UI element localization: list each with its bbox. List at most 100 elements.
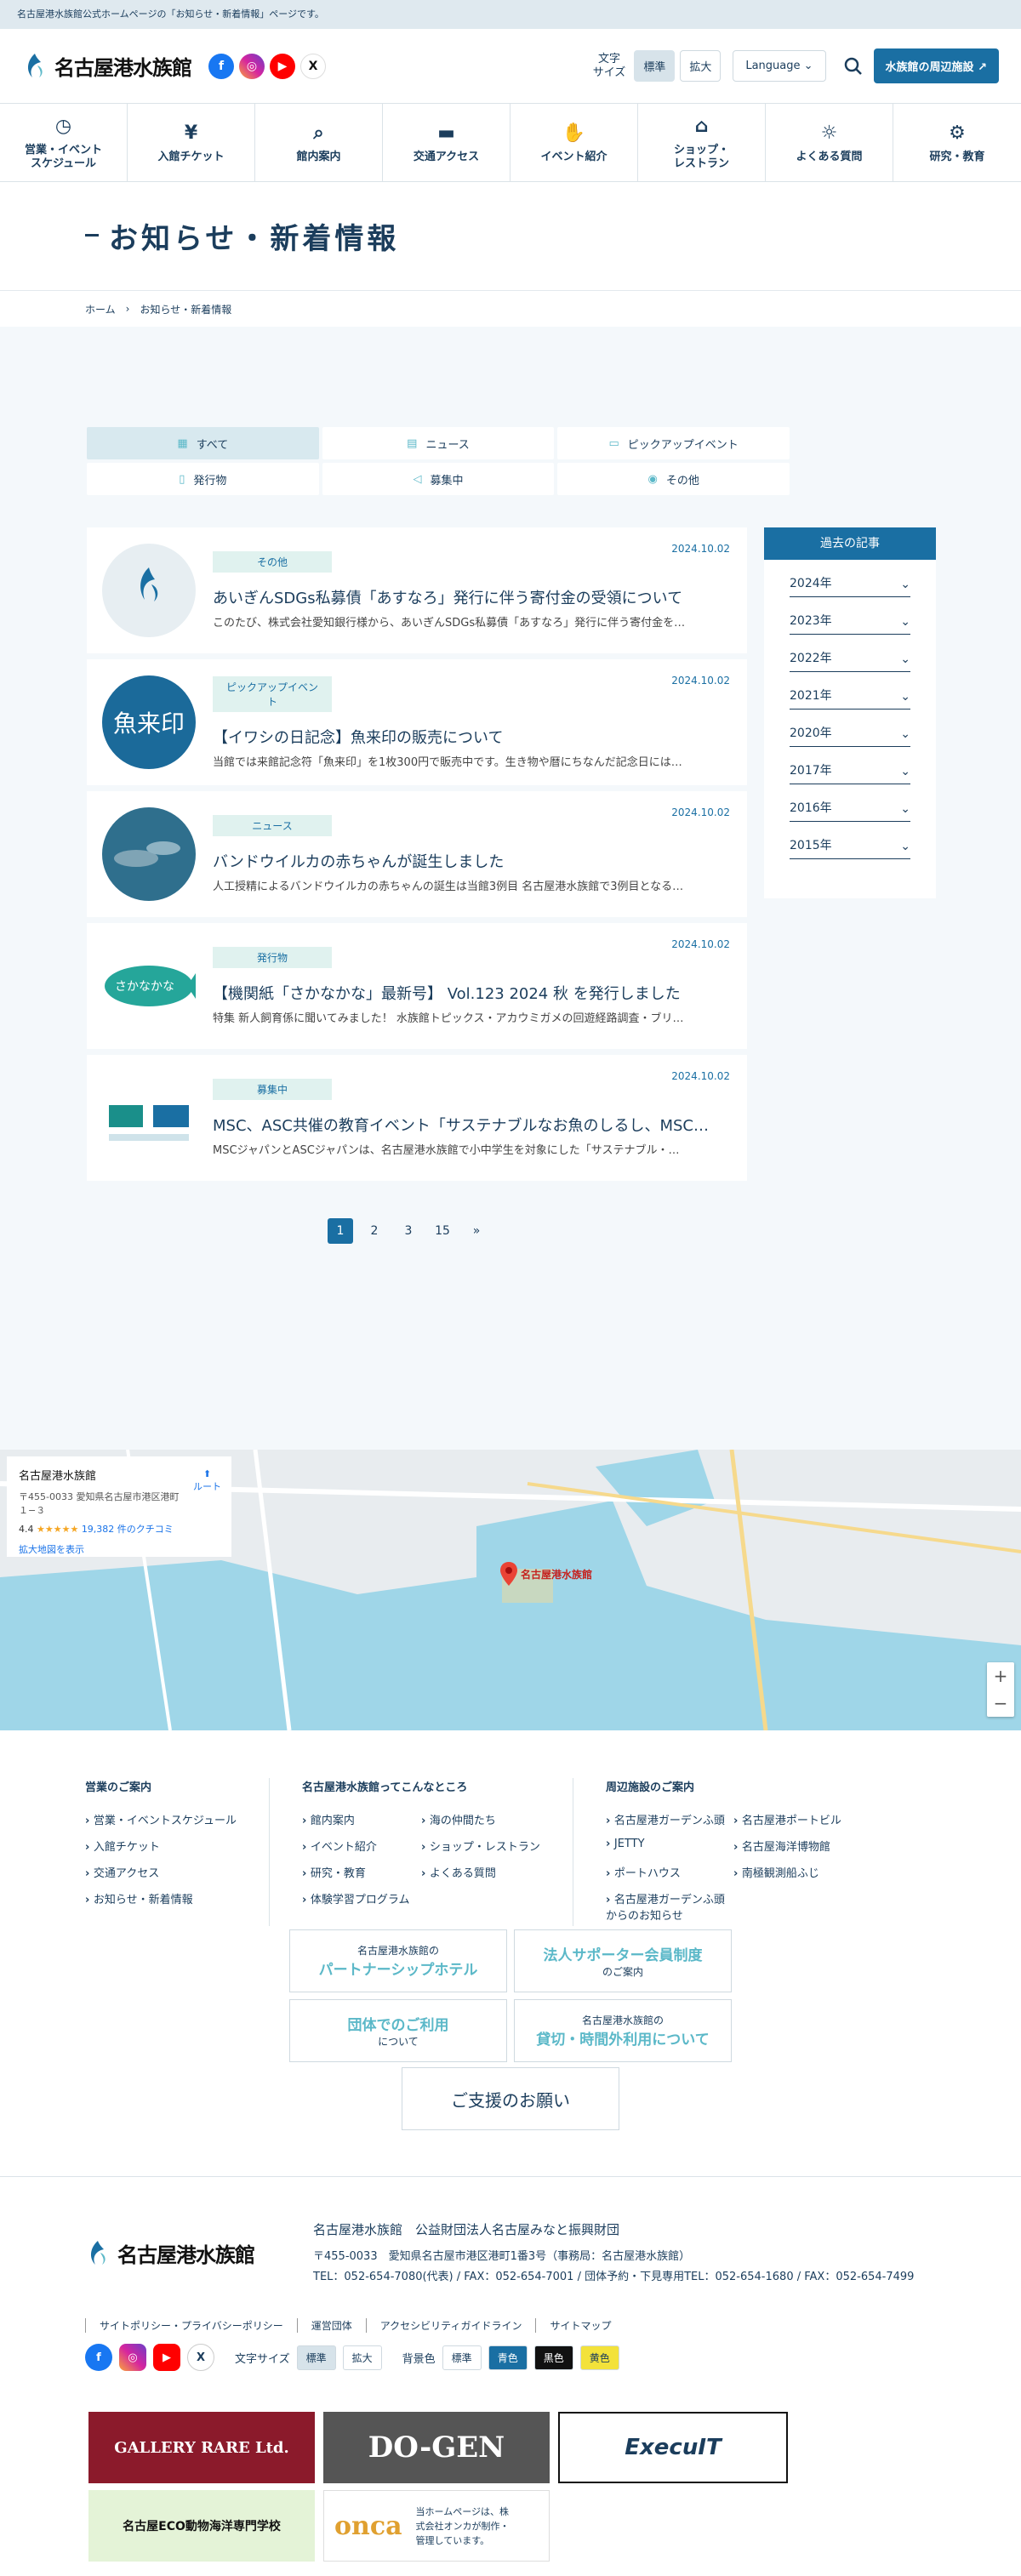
- news-title[interactable]: 【機関紙「さかなかな」最新号】 Vol.123 2024 秋 を発行しました: [213, 982, 723, 1004]
- footer-nav-link[interactable]: 名古屋港ガーデンふ頭: [606, 1811, 733, 1827]
- footer-nav-link[interactable]: 交通アクセス: [85, 1864, 237, 1880]
- ad-do-gen[interactable]: DO-GEN: [323, 2412, 550, 2483]
- ad-gallery-rare[interactable]: GALLERY RARE Ltd.: [88, 2412, 315, 2483]
- footer-nav-link[interactable]: JETTY: [606, 1838, 733, 1854]
- instagram-icon[interactable]: ◎: [119, 2344, 146, 2371]
- gnav-item-7[interactable]: ⚙ 研究・教育: [893, 104, 1021, 181]
- footer-nav-link[interactable]: 名古屋港ガーデンふ頭からのお知らせ: [606, 1890, 733, 1923]
- news-card[interactable]: 魚来印 ピックアップイベント 【イワシの日記念】魚来印の販売について 当館では来館記念…: [87, 659, 747, 785]
- archive-year[interactable]: 2015年 ⌄: [790, 822, 910, 859]
- support-banner[interactable]: ご支援のお願い: [402, 2067, 619, 2130]
- info-banner[interactable]: 団体でのご利用 について: [289, 1999, 507, 2062]
- footer-link[interactable]: 運営団体: [296, 2318, 366, 2333]
- facebook-icon[interactable]: f: [208, 53, 234, 79]
- search-button[interactable]: [838, 51, 869, 82]
- archive-year[interactable]: 2017年 ⌄: [790, 747, 910, 784]
- news-title[interactable]: あいぎんSDGs私募債「あすなろ」発行に伴う寄付金の受領について: [213, 586, 723, 608]
- news-title[interactable]: 【イワシの日記念】魚来印の販売について: [213, 726, 723, 748]
- bg-yellow-button[interactable]: 黄色: [579, 2345, 619, 2370]
- bg-black-button[interactable]: 黒色: [533, 2345, 573, 2370]
- archive-year[interactable]: 2023年 ⌄: [790, 597, 910, 635]
- news-card[interactable]: ニュース バンドウイルカの赤ちゃんが誕生しました 人工授精によるバンドウイルカの赤ち…: [87, 791, 747, 917]
- footer-address: 名古屋港水族館 公益財団法人名古屋みなと振興財団 〒455-0033 愛知県名古…: [313, 2220, 914, 2288]
- youtube-icon[interactable]: ▶: [153, 2344, 180, 2371]
- page-link[interactable]: 15: [430, 1218, 455, 1244]
- footer-nav-link[interactable]: 研究・教育: [302, 1864, 421, 1880]
- news-title[interactable]: MSC、ASC共催の教育イベント「サステナブルなお魚のしるし、MSC…: [213, 1114, 723, 1136]
- footer-nav-link[interactable]: よくある質問: [421, 1864, 540, 1880]
- instagram-icon[interactable]: ◎: [239, 53, 265, 79]
- breadcrumb-home[interactable]: ホーム: [85, 302, 116, 316]
- footer-nav-link[interactable]: 体験学習プログラム: [302, 1890, 421, 1906]
- footer-nav-link[interactable]: 入館チケット: [85, 1838, 237, 1854]
- font-large-button[interactable]: 拡大: [680, 50, 722, 82]
- facebook-icon[interactable]: f: [85, 2344, 112, 2371]
- info-banner[interactable]: 名古屋港水族館の 貸切・時間外利用について: [514, 1999, 732, 2062]
- tab-0[interactable]: ▦ すべて: [87, 427, 319, 459]
- gnav-item-2[interactable]: ⌕ 館内案内: [255, 104, 383, 181]
- x-icon[interactable]: X: [300, 53, 326, 79]
- footer-link[interactable]: サイトマップ: [535, 2318, 625, 2333]
- surround-facilities-button[interactable]: 水族館の周辺施設 ↗: [873, 48, 999, 83]
- map-enlarge-link[interactable]: 拡大地図を表示: [19, 1542, 220, 1556]
- footer-nav-link[interactable]: お知らせ・新着情報: [85, 1890, 237, 1906]
- tab-2[interactable]: ▭ ピックアップイベント: [557, 427, 790, 459]
- archive-year[interactable]: 2020年 ⌄: [790, 710, 910, 747]
- archive-year[interactable]: 2024年 ⌄: [790, 560, 910, 597]
- footer-nav-link[interactable]: 海の仲間たち: [421, 1811, 540, 1827]
- footer-logo[interactable]: 名古屋港水族館: [85, 2238, 255, 2268]
- news-card[interactable]: 募集中 MSC、ASC共催の教育イベント「サステナブルなお魚のしるし、MSC… MS…: [87, 1055, 747, 1181]
- news-card[interactable]: その他 あいぎんSDGs私募債「あすなろ」発行に伴う寄付金の受領について このたび、…: [87, 527, 747, 653]
- tab-4[interactable]: ◁ 募集中: [322, 463, 555, 495]
- gnav-item-6[interactable]: ☼ よくある質問: [766, 104, 893, 181]
- archive-year[interactable]: 2021年 ⌄: [790, 672, 910, 710]
- footer-nav-link[interactable]: 営業・イベントスケジュール: [85, 1811, 237, 1827]
- news-title[interactable]: バンドウイルカの赤ちゃんが誕生しました: [213, 850, 723, 872]
- footer-nav-link[interactable]: 南極観測船ふじ: [733, 1864, 870, 1880]
- x-icon[interactable]: X: [187, 2344, 214, 2371]
- footer-nav-link[interactable]: 館内案内: [302, 1811, 421, 1827]
- footer-nav-link[interactable]: ポートハウス: [606, 1864, 733, 1880]
- gnav-item-4[interactable]: ✋ イベント紹介: [510, 104, 638, 181]
- youtube-icon[interactable]: ▶: [270, 53, 295, 79]
- zoom-in-button[interactable]: +: [987, 1662, 1014, 1690]
- google-map[interactable]: 名古屋港水族館 〒455-0033 愛知県名古屋市港区港町 １−３ 4.4 ★★…: [0, 1450, 1021, 1730]
- footer-nav-link[interactable]: 名古屋海洋博物館: [733, 1838, 870, 1854]
- tab-5[interactable]: ◉ その他: [557, 463, 790, 495]
- ad-onca[interactable]: onca 当ホームページは、株式会社オンカが制作・管理しています。: [323, 2490, 550, 2562]
- zoom-out-button[interactable]: −: [987, 1690, 1014, 1717]
- font-standard-button[interactable]: 標準: [634, 50, 676, 82]
- footer-font-large[interactable]: 拡大: [342, 2345, 382, 2370]
- archive-year[interactable]: 2016年 ⌄: [790, 784, 910, 822]
- page-link[interactable]: 1: [328, 1218, 353, 1244]
- news-card[interactable]: さかなかな 発行物 【機関紙「さかなかな」最新号】 Vol.123 2024 秋 を…: [87, 923, 747, 1049]
- tab-1[interactable]: ▤ ニュース: [322, 427, 555, 459]
- map-zoom: + −: [987, 1662, 1014, 1717]
- thumb-text: 魚来印: [113, 710, 185, 738]
- site-logo[interactable]: 名古屋港水族館: [22, 51, 192, 81]
- page-link[interactable]: 2: [362, 1218, 387, 1244]
- archive-year[interactable]: 2022年 ⌄: [790, 635, 910, 672]
- bg-standard-button[interactable]: 標準: [442, 2345, 482, 2370]
- map-route-button[interactable]: ⬆ ルート: [193, 1468, 221, 1493]
- ad-execuit[interactable]: ExecuIT: [558, 2412, 788, 2483]
- gnav-item-1[interactable]: ¥ 入館チケット: [128, 104, 255, 181]
- info-banner[interactable]: 法人サポーター会員制度 のご案内: [514, 1929, 732, 1992]
- footer-link[interactable]: サイトポリシー・プライバシーポリシー: [85, 2318, 297, 2333]
- info-banner[interactable]: 名古屋港水族館の パートナーシップホテル: [289, 1929, 507, 1992]
- tab-3[interactable]: ▯ 発行物: [87, 463, 319, 495]
- gnav-item-3[interactable]: ▬ 交通アクセス: [383, 104, 510, 181]
- footer-font-standard[interactable]: 標準: [296, 2345, 336, 2370]
- page-link[interactable]: »: [464, 1218, 489, 1244]
- ad-eco-school[interactable]: 名古屋ECO動物海洋専門学校: [88, 2490, 315, 2562]
- gnav-item-5[interactable]: ⌂ ショップ・ レストラン: [638, 104, 766, 181]
- map-reviews[interactable]: 19,382 件のクチコミ: [82, 1524, 174, 1535]
- gnav-item-0[interactable]: ◷ 営業・イベント スケジュール: [0, 104, 128, 181]
- footer-link[interactable]: アクセシビリティガイドライン: [365, 2318, 536, 2333]
- bg-blue-button[interactable]: 青色: [488, 2345, 528, 2370]
- footer-nav-link[interactable]: 名古屋港ポートビル: [733, 1811, 870, 1827]
- page-link[interactable]: 3: [396, 1218, 421, 1244]
- footer-nav-link[interactable]: イベント紹介: [302, 1838, 421, 1854]
- language-select[interactable]: Language ⌄: [733, 50, 826, 82]
- footer-nav-link[interactable]: ショップ・レストラン: [421, 1838, 540, 1854]
